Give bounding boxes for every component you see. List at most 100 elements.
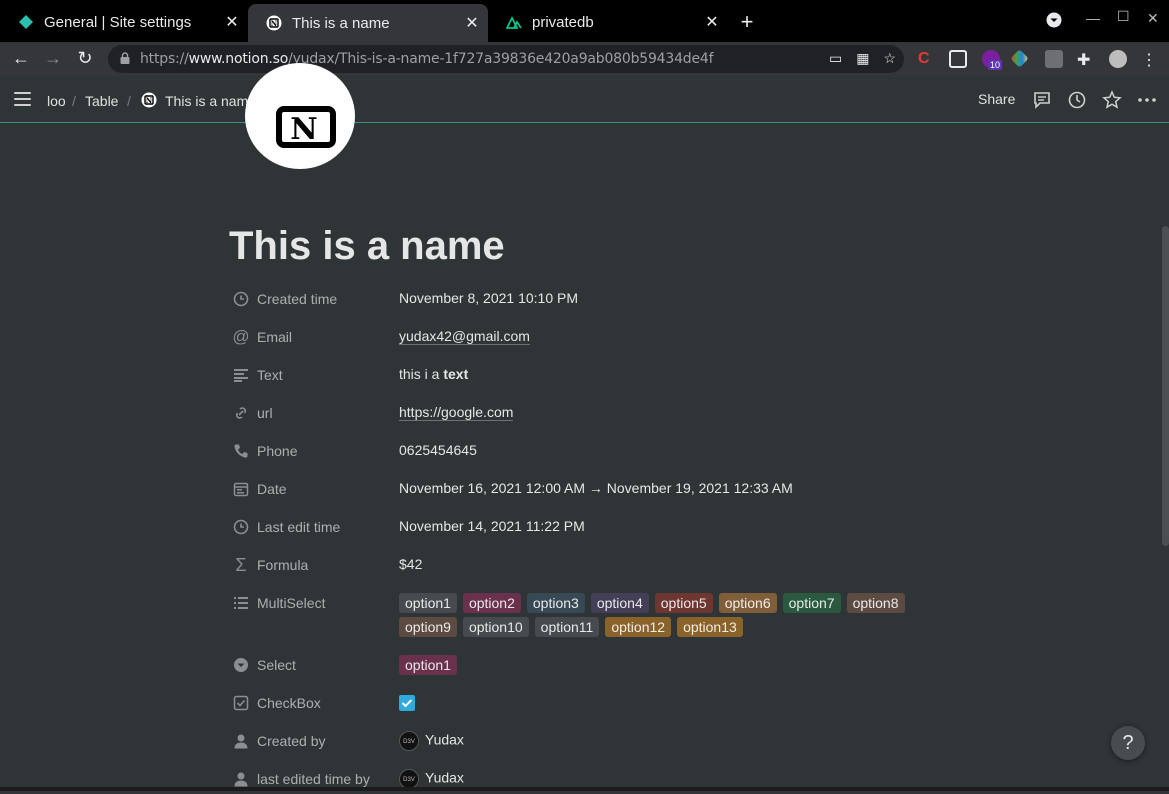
sidebar-menu-icon[interactable] <box>14 92 31 106</box>
multiselect-tag[interactable]: option3 <box>526 593 585 613</box>
person-icon <box>229 729 253 753</box>
extension-c-icon[interactable]: C <box>918 50 936 68</box>
bookmark-star-icon[interactable]: ☆ <box>883 50 896 67</box>
last-edited-by-value: D3V Yudax <box>399 769 464 789</box>
share-button[interactable]: Share <box>978 91 1015 107</box>
property-date[interactable]: Date <box>229 474 287 504</box>
page-title[interactable]: This is a name <box>229 224 505 269</box>
text-value[interactable]: this i a text <box>399 366 468 382</box>
close-tab-icon[interactable]: ✕ <box>702 12 722 32</box>
multiselect-tag[interactable]: option12 <box>605 617 672 637</box>
property-created-by[interactable]: Created by <box>229 726 325 756</box>
favorite-star-icon[interactable] <box>1102 90 1122 110</box>
checkbox-icon <box>229 691 253 715</box>
multiselect-value[interactable]: option1 option2 option3 option4 option5 optio… <box>399 593 939 641</box>
multiselect-tag[interactable]: option5 <box>654 593 713 613</box>
browser-toolbar: ← → ↻ https://www.notion.so/yudax/This-i… <box>0 42 1169 76</box>
history-clock-icon[interactable] <box>1067 90 1087 110</box>
maximize-icon[interactable]: ☐ <box>1117 8 1130 25</box>
lock-icon <box>120 51 130 67</box>
qr-code-icon[interactable]: ▦ <box>856 50 869 67</box>
breadcrumb-current-page[interactable]: This is a name <box>165 93 256 109</box>
property-url[interactable]: url <box>229 398 273 428</box>
reload-icon[interactable]: ↻ <box>74 48 96 69</box>
new-tab-button[interactable]: + <box>736 9 758 35</box>
extension-badge-icon[interactable]: 10 <box>982 50 1003 70</box>
address-bar[interactable]: https://www.notion.so/yudax/This-is-a-na… <box>108 45 904 73</box>
user-avatar: D3V <box>399 769 419 789</box>
page-icon-notion-logo[interactable]: N <box>245 63 355 169</box>
notion-icon: N <box>141 92 157 111</box>
multiselect-tag[interactable]: option13 <box>677 617 743 637</box>
more-options-icon[interactable] <box>1137 90 1157 110</box>
cast-icon[interactable]: ▭ <box>829 50 842 67</box>
property-select[interactable]: Select <box>229 650 296 680</box>
property-text[interactable]: Text <box>229 360 283 390</box>
url-value[interactable]: https://google.com <box>399 404 514 421</box>
property-label: Select <box>257 657 296 673</box>
multiselect-tag[interactable]: option4 <box>590 593 649 613</box>
property-label: Email <box>257 329 293 345</box>
extension-save-icon[interactable] <box>1045 50 1063 68</box>
breadcrumb-table[interactable]: Table <box>85 93 118 109</box>
multiselect-tag[interactable]: option1 <box>399 593 457 613</box>
nuxt-icon <box>506 14 522 30</box>
profile-avatar[interactable] <box>1109 50 1127 68</box>
multiselect-tag[interactable]: option11 <box>534 617 600 637</box>
browser-tab-site-settings[interactable]: General | Site settings ✕ <box>0 6 248 38</box>
multiselect-tag[interactable]: option2 <box>462 593 521 613</box>
phone-value[interactable]: 0625454645 <box>399 442 477 458</box>
phone-icon <box>229 439 253 463</box>
notion-topbar: loo / Table / N This is a name Share <box>0 76 1169 123</box>
multiselect-tag[interactable]: option8 <box>846 593 905 613</box>
multiselect-tag[interactable]: option9 <box>399 617 457 637</box>
created-time-value: November 8, 2021 10:10 PM <box>399 290 578 306</box>
property-last-edit-time[interactable]: Last edit time <box>229 512 340 542</box>
formula-value: $42 <box>399 556 423 572</box>
breadcrumb-loo[interactable]: loo <box>47 93 66 109</box>
checkbox-value[interactable] <box>399 695 415 711</box>
text-lines-icon <box>229 363 253 387</box>
browser-tab-this-is-a-name[interactable]: N This is a name ✕ <box>248 4 488 42</box>
close-window-icon[interactable]: ✕ <box>1147 10 1159 27</box>
extension-colors-icon[interactable] <box>1010 49 1029 68</box>
select-value[interactable]: option1 <box>399 655 463 679</box>
property-label: url <box>257 405 273 421</box>
breadcrumb-separator: / <box>127 93 131 109</box>
page-scrollbar[interactable] <box>1162 226 1169 546</box>
property-checkbox[interactable]: CheckBox <box>229 688 321 718</box>
tab-search-icon[interactable] <box>1046 12 1062 31</box>
property-label: CheckBox <box>257 695 321 711</box>
netlify-diamond-icon <box>18 14 34 30</box>
close-tab-icon[interactable]: ✕ <box>462 13 482 33</box>
property-formula[interactable]: Σ Formula <box>229 550 308 580</box>
breadcrumb-separator: / <box>72 93 76 109</box>
forward-icon[interactable]: → <box>42 48 64 69</box>
tab-title: This is a name <box>292 14 390 32</box>
close-tab-icon[interactable]: ✕ <box>222 12 242 32</box>
browser-tab-privatedb[interactable]: privatedb ✕ <box>488 6 728 38</box>
property-phone[interactable]: Phone <box>229 436 297 466</box>
link-icon <box>229 401 253 425</box>
browser-tab-bar: General | Site settings ✕ N This is a na… <box>0 0 1169 42</box>
email-value[interactable]: yudax42@gmail.com <box>399 328 530 345</box>
date-value[interactable]: November 16, 2021 12:00 AM → November 19… <box>399 480 793 496</box>
more-menu-icon[interactable]: ⋮ <box>1140 50 1158 69</box>
minimize-icon[interactable]: — <box>1086 10 1100 26</box>
last-edit-time-value: November 14, 2021 11:22 PM <box>399 518 585 534</box>
back-icon[interactable]: ← <box>10 48 32 69</box>
sigma-icon: Σ <box>235 554 247 575</box>
property-created-time[interactable]: Created time <box>229 284 337 314</box>
extension-pen-icon[interactable] <box>949 50 967 68</box>
multiselect-tag[interactable]: option6 <box>718 593 777 613</box>
multiselect-tag[interactable]: option10 <box>462 617 529 637</box>
clock-icon <box>229 515 253 539</box>
property-multiselect[interactable]: MultiSelect <box>229 588 325 618</box>
property-email[interactable]: @ Email <box>229 322 292 352</box>
extensions-puzzle-icon[interactable]: ✚ <box>1077 50 1095 69</box>
comments-icon[interactable] <box>1032 90 1052 110</box>
select-tag[interactable]: option1 <box>399 655 457 675</box>
list-icon <box>229 591 253 615</box>
multiselect-tag[interactable]: option7 <box>782 593 841 613</box>
help-button[interactable]: ? <box>1111 726 1145 760</box>
